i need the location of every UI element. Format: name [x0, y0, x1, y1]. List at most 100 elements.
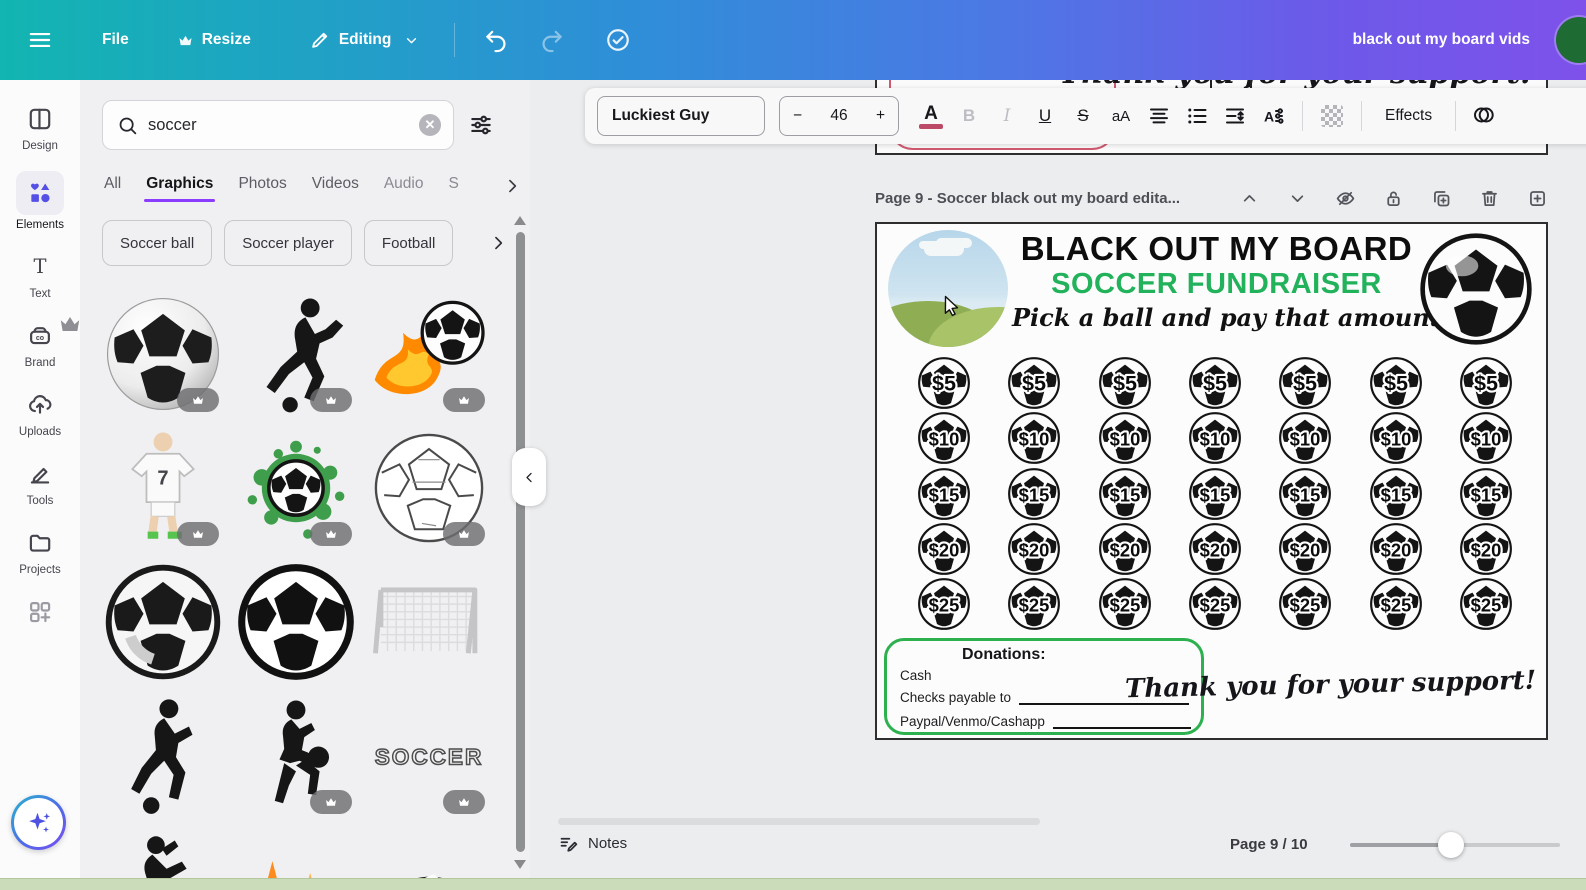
bold-button[interactable]: B [951, 96, 987, 136]
effects-button[interactable]: Effects [1373, 107, 1444, 125]
editing-mode-button[interactable]: Editing [309, 29, 421, 51]
price-ball-10[interactable]: $10 [1188, 411, 1242, 465]
price-ball-10[interactable]: $10 [1278, 411, 1332, 465]
filter-icon[interactable] [468, 112, 494, 138]
move-up-icon[interactable] [1239, 188, 1260, 209]
chip-soccer-player[interactable]: Soccer player [224, 220, 352, 266]
tab-videos[interactable]: Videos [312, 175, 359, 202]
landscape-oval-image[interactable] [888, 230, 1008, 347]
tab-graphics[interactable]: Graphics [146, 175, 213, 202]
result-soccer-player-jersey-7[interactable]: 7 [100, 424, 226, 551]
clear-search-button[interactable]: ✕ [419, 114, 441, 136]
tab-photos[interactable]: Photos [238, 175, 286, 202]
price-ball-15[interactable]: $15 [917, 467, 971, 521]
result-flaming-soccer-ball[interactable] [366, 290, 492, 417]
list-button[interactable] [1179, 96, 1215, 136]
page-9-canvas[interactable]: BLACK OUT MY BOARD SOCCER FUNDRAISER Pic… [875, 222, 1548, 740]
price-ball-5[interactable]: $5 [1459, 356, 1513, 410]
price-ball-25[interactable]: $25 [1007, 577, 1061, 631]
result-soccer-ball-photo[interactable] [100, 290, 226, 417]
price-ball-25[interactable]: $25 [917, 577, 971, 631]
font-size-value[interactable]: 46 [830, 107, 847, 125]
line-spacing-button[interactable] [1217, 96, 1253, 136]
chip-soccer-ball[interactable]: Soccer ball [102, 220, 212, 266]
result-soccer-ball-outline[interactable] [233, 558, 359, 685]
redo-button[interactable] [539, 27, 565, 53]
result-soccer-player-dribbling[interactable] [100, 692, 226, 819]
underline-button[interactable]: U [1027, 96, 1063, 136]
price-ball-10[interactable]: $10 [1459, 411, 1513, 465]
notes-button[interactable]: Notes [558, 833, 627, 854]
resize-button[interactable]: Resize [177, 31, 251, 49]
result-soccer-player-kicking[interactable] [233, 290, 359, 417]
result-training-cones[interactable] [233, 826, 359, 878]
sidebar-item-brand[interactable]: coBrand [4, 309, 76, 378]
price-ball-25[interactable]: $25 [1278, 577, 1332, 631]
file-menu-button[interactable]: File [102, 31, 129, 49]
font-size-increase-button[interactable]: + [876, 107, 885, 125]
result-sketch-soccer-ball[interactable] [366, 424, 492, 551]
price-ball-5[interactable]: $5 [1278, 356, 1332, 410]
price-ball-10[interactable]: $10 [1007, 411, 1061, 465]
result-soccer-word-art[interactable]: SOCCER [366, 692, 492, 819]
panel-scrollbar[interactable] [516, 232, 525, 852]
strikethrough-button[interactable]: S [1065, 96, 1101, 136]
price-ball-5[interactable]: $5 [1188, 356, 1242, 410]
delete-icon[interactable] [1479, 188, 1500, 209]
price-ball-10[interactable]: $10 [1098, 411, 1152, 465]
price-ball-5[interactable]: $5 [917, 356, 971, 410]
sidebar-item-text[interactable]: TText [4, 240, 76, 309]
price-ball-25[interactable]: $25 [1459, 577, 1513, 631]
price-ball-15[interactable]: $15 [1278, 467, 1332, 521]
search-input[interactable] [148, 116, 409, 135]
alignment-button[interactable] [1141, 96, 1177, 136]
result-soccer-ball-partial[interactable] [366, 826, 492, 878]
transparency-button[interactable] [1314, 96, 1350, 136]
sidebar-item-projects[interactable]: Projects [4, 516, 76, 585]
soccer-ball-graphic[interactable] [1418, 230, 1534, 348]
lock-icon[interactable] [1383, 188, 1404, 209]
tabs-scroll-chevron-right-icon[interactable] [502, 176, 522, 196]
zoom-slider[interactable] [1350, 843, 1560, 847]
letter-spacing-button[interactable]: A [1255, 96, 1291, 136]
account-avatar[interactable] [1556, 17, 1586, 63]
price-ball-25[interactable]: $25 [1188, 577, 1242, 631]
price-ball-20[interactable]: $20 [1369, 522, 1423, 576]
zoom-slider-knob[interactable] [1438, 832, 1464, 858]
price-ball-20[interactable]: $20 [917, 522, 971, 576]
result-green-splash-soccer-ball[interactable] [233, 424, 359, 551]
sidebar-item-apps[interactable] [4, 585, 76, 638]
duplicate-icon[interactable] [1431, 188, 1452, 209]
position-button[interactable] [1467, 96, 1503, 136]
price-ball-20[interactable]: $20 [1278, 522, 1332, 576]
price-ball-20[interactable]: $20 [1459, 522, 1513, 576]
horizontal-scrollbar[interactable] [558, 818, 1040, 825]
sidebar-item-tools[interactable]: Tools [4, 447, 76, 516]
chips-scroll-chevron-right-icon[interactable] [488, 233, 508, 253]
result-soccer-player-female[interactable] [100, 826, 226, 878]
price-ball-10[interactable]: $10 [1369, 411, 1423, 465]
scrollbar-up-arrow[interactable] [514, 216, 526, 225]
hide-icon[interactable] [1335, 188, 1356, 209]
add-page-icon[interactable] [1527, 188, 1548, 209]
tab-s[interactable]: S [448, 175, 458, 202]
sidebar-item-design[interactable]: Design [4, 92, 76, 161]
text-color-button[interactable]: A [913, 96, 949, 136]
price-ball-5[interactable]: $5 [1007, 356, 1061, 410]
scrollbar-down-arrow[interactable] [514, 860, 526, 869]
price-ball-25[interactable]: $25 [1369, 577, 1423, 631]
price-ball-15[interactable]: $15 [1098, 467, 1152, 521]
font-family-selector[interactable]: Luckiest Guy [597, 96, 765, 136]
sidebar-item-elements[interactable]: Elements [4, 161, 76, 240]
board-title-block[interactable]: BLACK OUT MY BOARD SOCCER FUNDRAISER Pic… [1012, 232, 1421, 332]
price-ball-25[interactable]: $25 [1098, 577, 1152, 631]
price-ball-5[interactable]: $5 [1369, 356, 1423, 410]
ai-assistant-button[interactable] [11, 795, 66, 850]
price-ball-20[interactable]: $20 [1007, 522, 1061, 576]
price-ball-15[interactable]: $15 [1459, 467, 1513, 521]
price-ball-15[interactable]: $15 [1369, 467, 1423, 521]
hamburger-menu-button[interactable] [20, 20, 60, 60]
price-ball-10[interactable]: $10 [917, 411, 971, 465]
price-ball-20[interactable]: $20 [1188, 522, 1242, 576]
result-soccer-ball-shaded[interactable] [100, 558, 226, 685]
